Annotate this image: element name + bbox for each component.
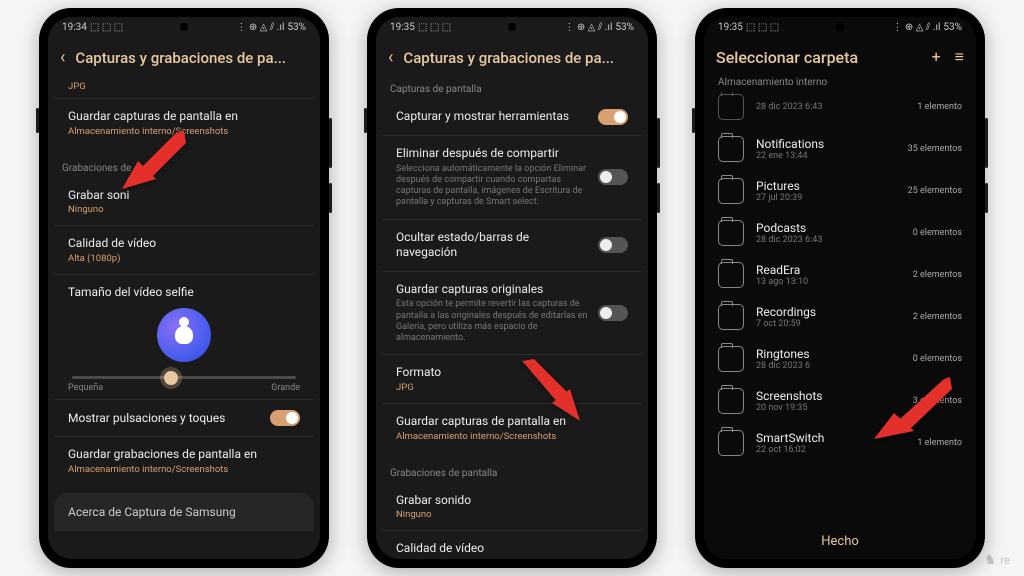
storage-label: Almacenamiento interno: [704, 75, 976, 92]
delete-after-share-row[interactable]: Eliminar después de compartir Selecciona…: [382, 136, 642, 220]
folder-count: 0 elementos: [913, 354, 962, 364]
hide-bars-row[interactable]: Ocultar estado/barras de navegación: [382, 220, 642, 272]
video-quality-row[interactable]: Calidad de vídeoAlta (1080p): [54, 226, 314, 275]
annotation-arrow: [118, 129, 188, 192]
folder-count: 2 elementos: [913, 312, 962, 322]
folder-icon: [718, 94, 744, 120]
done-button[interactable]: Hecho: [704, 524, 976, 559]
phone-mockup-3: 19:35⬚ ⬚ ⬚ ⋮ ⊕ ◬ ⫽ .ıl53% Seleccionar ca…: [695, 8, 985, 568]
folder-date: 22 oct 16:02: [756, 445, 905, 455]
folder-list[interactable]: 28 dic 2023 6:431 elementoNotifications2…: [704, 92, 976, 524]
folder-icon: [718, 388, 744, 414]
add-icon[interactable]: +: [932, 47, 941, 67]
capture-tools-row[interactable]: Capturar y mostrar herramientas: [382, 99, 642, 136]
menu-icon[interactable]: ≡: [955, 47, 964, 67]
folder-icon: [718, 220, 744, 246]
format-row[interactable]: FormatoJPG: [382, 355, 642, 404]
avatar-preview: [157, 308, 211, 362]
folder-name: Podcasts: [756, 221, 901, 235]
save-recordings-in-row[interactable]: Guardar grabaciones de pantalla enAlmace…: [54, 437, 314, 485]
page-title: Capturas y grabaciones de pa...: [75, 49, 308, 67]
folder-name: ReadEra: [756, 263, 901, 277]
folder-name: Ringtones: [756, 347, 901, 361]
show-taps-toggle[interactable]: [270, 410, 300, 426]
save-screenshots-in-row[interactable]: Guardar capturas de pantalla enAlmacenam…: [382, 404, 642, 452]
folder-row[interactable]: Recordings7 oct 20:59 2 elementos: [704, 296, 976, 338]
folder-date: 28 dic 2023 6:43: [756, 102, 905, 112]
phone-mockup-2: 19:35⬚ ⬚ ⬚ ⋮ ⊕ ◬ ⫽ .ıl53% ‹ Capturas y g…: [367, 8, 657, 568]
folder-name: Pictures: [756, 179, 896, 193]
page-title: Capturas y grabaciones de pa...: [403, 49, 636, 67]
size-slider[interactable]: [72, 376, 296, 379]
save-originals-row[interactable]: Guardar capturas originales Esta opción …: [382, 272, 642, 356]
back-icon[interactable]: ‹: [388, 47, 393, 68]
video-quality-row[interactable]: Calidad de vídeoAlta (1080p): [382, 531, 642, 559]
folder-count: 25 elementos: [908, 186, 962, 196]
folder-count: 35 elementos: [908, 144, 962, 154]
recordings-section-header: Grabaciones de pantalla: [376, 460, 648, 483]
back-icon[interactable]: ‹: [60, 47, 65, 68]
phone-mockup-1: 19:34⬚ ⬚ ⬚ ⋮ ⊕ ◬ ⫽ .ıl53% ‹ Capturas y g…: [39, 8, 329, 568]
folder-date: 13 ago 13:10: [756, 277, 901, 287]
annotation-arrow: [514, 359, 584, 428]
folder-date: 27 jul 20:39: [756, 193, 896, 203]
record-sound-row[interactable]: Grabar sonidoNinguno: [382, 483, 642, 532]
folder-date: 28 dic 2023 6: [756, 361, 901, 371]
folder-count: 0 elementos: [913, 228, 962, 238]
folder-count: 2 elementos: [913, 270, 962, 280]
folder-name: Recordings: [756, 305, 901, 319]
hide-bars-toggle[interactable]: [598, 237, 628, 253]
show-taps-row[interactable]: Mostrar pulsaciones y toques: [54, 400, 314, 437]
delete-after-share-toggle[interactable]: [598, 169, 628, 185]
folder-date: 22 ene 13:44: [756, 151, 896, 161]
captures-section-header: Capturas de pantalla: [376, 76, 648, 99]
capture-tools-toggle[interactable]: [598, 109, 628, 125]
folder-icon: [718, 304, 744, 330]
folder-icon: [718, 346, 744, 372]
save-originals-toggle[interactable]: [598, 305, 628, 321]
folder-row[interactable]: Pictures27 jul 20:39 25 elementos: [704, 170, 976, 212]
folder-icon: [718, 178, 744, 204]
folder-icon: [718, 430, 744, 456]
folder-date: 28 dic 2023 6:43: [756, 235, 901, 245]
folder-name: Notifications: [756, 137, 896, 151]
watermark: ♞re: [984, 552, 1010, 568]
folder-icon: [718, 136, 744, 162]
folder-row[interactable]: Podcasts28 dic 2023 6:43 0 elementos: [704, 212, 976, 254]
folder-count: 1 elemento: [917, 102, 962, 112]
folder-row[interactable]: Ringtones28 dic 2023 6 0 elementos: [704, 338, 976, 380]
folder-row[interactable]: ReadEra13 ago 13:10 2 elementos: [704, 254, 976, 296]
annotation-arrow: [872, 375, 952, 444]
selfie-size-row[interactable]: Tamaño del vídeo selfie PequeñaGrande: [54, 275, 314, 400]
about-row[interactable]: Acerca de Captura de Samsung: [54, 493, 314, 531]
folder-date: 7 oct 20:59: [756, 319, 901, 329]
folder-row[interactable]: 28 dic 2023 6:43 1 elemento: [704, 92, 976, 128]
folder-row[interactable]: Notifications22 ene 13:44 35 elementos: [704, 128, 976, 170]
folder-icon: [718, 262, 744, 288]
page-title: Seleccionar carpeta: [716, 48, 922, 67]
